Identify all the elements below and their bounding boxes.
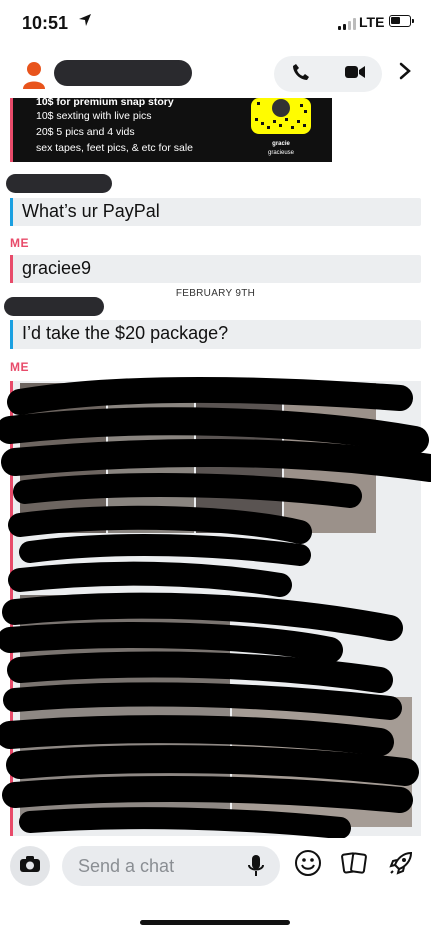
media-thumbnail[interactable] [284, 383, 376, 533]
network-type: LTE [359, 14, 385, 30]
bitmoji-button[interactable] [293, 849, 323, 882]
chevron-right-icon [399, 62, 411, 85]
video-call-button[interactable] [328, 56, 382, 92]
avatar[interactable] [22, 60, 46, 90]
sender-accent-bar [10, 381, 13, 836]
rocket-icon [387, 849, 415, 882]
video-camera-icon [345, 65, 365, 84]
media-thumbnail[interactable] [20, 697, 230, 827]
phone-icon [292, 63, 310, 86]
cards-icon [340, 849, 368, 882]
camera-icon [19, 855, 41, 878]
status-time: 10:51 [22, 13, 69, 33]
card-line-3: 20$ 5 pics and 4 vids [36, 126, 135, 138]
sender-accent-bar [10, 320, 13, 349]
shared-story-card[interactable]: 10$ for premium snap story 10$ sexting w… [10, 96, 332, 162]
card-line-2: 10$ sexting with live pics [36, 110, 152, 122]
sender-accent-bar [10, 98, 13, 162]
message-text: graciee9 [22, 258, 92, 278]
message-row[interactable]: What’s ur PayPal [10, 198, 421, 226]
message-text: I’d take the $20 package? [22, 323, 229, 343]
chat-composer: Send a chat [0, 838, 431, 935]
snapcode-name: gracie [272, 141, 290, 147]
snapcode-handle: gracieuse [267, 150, 294, 156]
microphone-icon[interactable] [246, 854, 266, 880]
sender-label-me: ME [10, 236, 29, 250]
media-grid[interactable] [10, 381, 421, 836]
call-button-group [274, 56, 382, 92]
location-arrow-icon [78, 13, 92, 32]
media-thumbnail[interactable] [232, 697, 412, 827]
message-row[interactable]: graciee9 [10, 255, 421, 283]
media-thumbnail[interactable] [20, 383, 106, 533]
sender-name-redacted [6, 174, 112, 193]
status-bar: 10:51 LTE [0, 0, 431, 46]
media-thumbnail[interactable] [196, 383, 282, 533]
sender-accent-bar [10, 255, 13, 283]
card-line-1: 10$ for premium snap story [36, 96, 174, 108]
message-text: What’s ur PayPal [22, 201, 160, 221]
sender-accent-bar [10, 198, 13, 226]
sender-label-me: ME [10, 360, 29, 374]
snapcode-icon [251, 98, 311, 134]
sender-name-redacted [4, 297, 104, 316]
message-row[interactable]: I’d take the $20 package? [10, 320, 421, 349]
more-options-button[interactable] [394, 60, 416, 86]
home-indicator [140, 920, 290, 925]
media-thumbnail[interactable] [108, 383, 194, 533]
media-thumbnail[interactable] [20, 595, 230, 695]
chat-header [0, 46, 431, 98]
card-line-4: sex tapes, feet pics, & etc for sale [36, 142, 193, 154]
games-button[interactable] [386, 850, 416, 880]
snapcode[interactable]: gracie gracieuse [238, 98, 324, 162]
smiley-icon [294, 849, 322, 882]
stickers-button[interactable] [339, 850, 369, 880]
camera-button[interactable] [10, 846, 50, 886]
contact-name-redacted[interactable] [54, 60, 192, 86]
battery-icon [389, 15, 414, 27]
voice-call-button[interactable] [274, 56, 328, 92]
signal-icon [338, 18, 356, 30]
